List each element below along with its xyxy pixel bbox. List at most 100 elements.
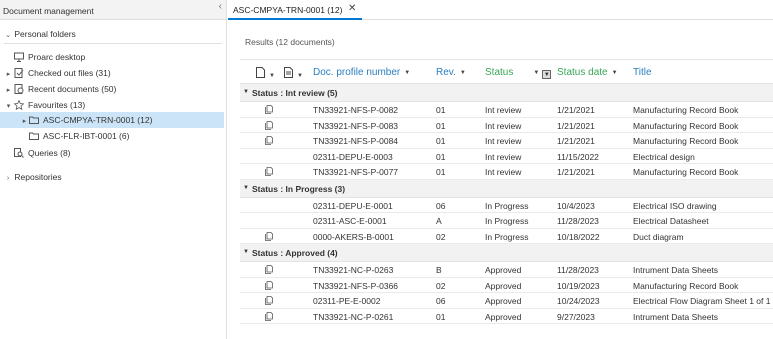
cell-status: Approved [485,280,522,291]
chevron-right-icon[interactable]: › [4,171,12,187]
document-icon [265,265,273,274]
document-icon [265,280,273,290]
collapse-triangle-icon[interactable]: ▼ [243,249,249,255]
cell-rev: 06 [436,200,446,211]
tree-label: ASC-FLR-IBT-0001 (6) [43,131,130,141]
document-icon [265,136,273,145]
column-label: Doc. profile number [313,67,401,78]
filter-icon[interactable]: ▼ [542,70,552,79]
cell-rev: 01 [436,311,446,322]
cell-doc: 02311-DEPU-E-0001 [313,200,393,211]
tree-fav-asc-flr[interactable]: ASC-FLR-IBT-0001 (6) [29,128,129,144]
collapse-triangle-icon[interactable]: ▼ [243,89,249,95]
table-row[interactable]: 0000-AKERS-B-0001 02 In Progress 10/18/2022… [240,229,773,244]
cell-title: Manufacturing Record Book [633,120,739,131]
table-row[interactable]: TN33921-NFS-P-0366 02 Approved 10/19/2023 Ma… [240,278,773,293]
chevron-right-icon[interactable]: ▸ [20,114,29,130]
document-icon [265,311,273,321]
cell-doc: TN33921-NFS-P-0077 [313,167,399,177]
tree-label: Repositories [14,172,62,182]
cell-status: Approved [485,311,522,322]
text-document-icon [284,67,293,78]
cell-doc: TN33921-NFS-P-0082 [313,105,399,115]
sort-down-icon: ▼ [459,70,466,76]
column-doc-profile[interactable]: Doc. profile number ▼ [313,67,410,78]
cell-status: Int review [485,151,522,162]
group-header[interactable]: ▼ Status : Int review (5) [240,84,773,102]
cell-rev: 02 [436,231,446,242]
cell-rev: 06 [436,296,446,306]
sort-down-icon: ▼ [404,70,411,76]
cell-title: Duct diagram [633,231,684,242]
main-panel: ASC-CMPYA-TRN-0001 (12) ✕ Results (12 do… [228,0,773,339]
chevron-left-icon[interactable]: ‹ [219,1,222,12]
table-row[interactable]: 02311-PE-E-0002 06 Approved 10/24/2023 Elect… [240,293,773,309]
tree-label: ASC-CMPYA-TRN-0001 (12) [43,115,153,125]
cell-status: In Progress [485,231,529,242]
table-row[interactable]: TN33921-NC-P-0263 B Approved 11/28/2023 Intr… [240,262,773,278]
results-count: Results (12 documents) [245,37,335,47]
tree-personal-folders[interactable]: ⌄ Personal folders [4,26,76,42]
cell-status: Int review [485,167,522,177]
table-row[interactable]: TN33921-NFS-P-0084 01 Int review 1/21/2021 M… [240,133,773,149]
document-icon [265,105,273,114]
group-header[interactable]: ▼ Status : In Progress (3) [240,179,773,198]
cell-title: Manufacturing Record Book [633,105,739,115]
tree-label: Checked out files (31) [28,68,111,78]
tree-label: Queries (8) [28,148,71,158]
cell-date: 9/27/2023 [557,311,595,322]
table-row[interactable]: 02311-DEPU-E-0003 01 Int review 11/15/2022 E… [240,149,773,164]
doc-type-column[interactable]: ▼ [256,67,275,81]
cell-date: 1/21/2021 [557,105,595,115]
column-label: Status [485,67,514,78]
tree-checked-out[interactable]: ▸ Checked out files (31) [3,65,111,81]
grid-header: ▼ ▼ Doc. profile number ▼ Rev. ▼ Status ▼ ▼ … [240,59,773,84]
table-row[interactable]: 02311-DEPU-E-0001 06 In Progress 10/4/2023 E… [240,198,773,213]
chevron-down-icon[interactable]: ⌄ [4,28,12,44]
cell-title: Electrical ISO drawing [633,200,717,211]
table-row[interactable]: TN33921-NFS-P-0077 01 Int review 1/21/2021 M… [240,164,773,180]
tree-favourites[interactable]: ▾ Favourites (13) [3,97,85,113]
collapse-triangle-icon[interactable]: ▼ [243,185,249,191]
table-row[interactable]: TN33921-NC-P-0261 01 Approved 9/27/2023 Intr… [240,309,773,324]
panel-title: Document management [3,6,94,16]
sort-down-icon: ▼ [269,73,275,79]
group-header[interactable]: ▼ Status : Approved (4) [240,244,773,262]
panel-header: Document management ‹ [0,0,226,20]
cell-doc: 0000-AKERS-B-0001 [313,231,394,242]
cell-title: Electrical design [633,151,695,162]
column-label: Rev. [436,67,456,78]
tree-fav-asc-cmpya[interactable]: ▸ ASC-CMPYA-TRN-0001 (12) [0,112,224,128]
sort-down-icon: ▼ [611,70,618,76]
cell-date: 10/24/2023 [557,296,600,306]
folder-icon [29,116,39,124]
tree-queries[interactable]: Queries (8) [14,145,71,161]
cell-doc: TN33921-NFS-P-0083 [313,120,399,131]
tree-repositories[interactable]: › Repositories [4,169,62,185]
column-rev[interactable]: Rev. ▼ [436,67,466,78]
cell-title: Manufacturing Record Book [633,280,739,291]
cell-date: 1/21/2021 [557,120,595,131]
query-icon [14,148,24,158]
close-icon[interactable]: ✕ [348,3,356,14]
cell-rev: 02 [436,280,446,291]
column-status-date[interactable]: Status date ▼ [557,67,618,78]
column-label: Status date [557,67,608,78]
group-label: Status : In Progress (3) [252,183,346,194]
table-row[interactable]: TN33921-NFS-P-0082 01 Int review 1/21/2021 M… [240,102,773,118]
tab-label: ASC-CMPYA-TRN-0001 (12) [233,5,343,15]
table-row[interactable]: TN33921-NFS-P-0083 01 Int review 1/21/2021 M… [240,118,773,133]
doc-lines-column[interactable]: ▼ [284,67,303,81]
document-icon [265,231,273,241]
tree-proarc-desktop[interactable]: Proarc desktop [14,49,85,65]
cell-rev: A [436,216,442,226]
grid-body: ▼ Status : Int review (5) TN33921-NFS-P-00… [240,84,773,324]
tab-asc-cmpya[interactable]: ASC-CMPYA-TRN-0001 (12) ✕ [228,0,362,20]
sort-down-icon: ▼ [297,73,303,79]
table-row[interactable]: 02311-ASC-E-0001 A In Progress 11/28/2023 El… [240,213,773,229]
cell-status: Approved [485,296,522,306]
column-title[interactable]: Title [633,67,652,78]
tree-recent[interactable]: ▸ Recent documents (50) [3,81,116,97]
column-status[interactable]: Status ▼ ▼ [485,67,552,79]
cell-status: In Progress [485,200,529,211]
